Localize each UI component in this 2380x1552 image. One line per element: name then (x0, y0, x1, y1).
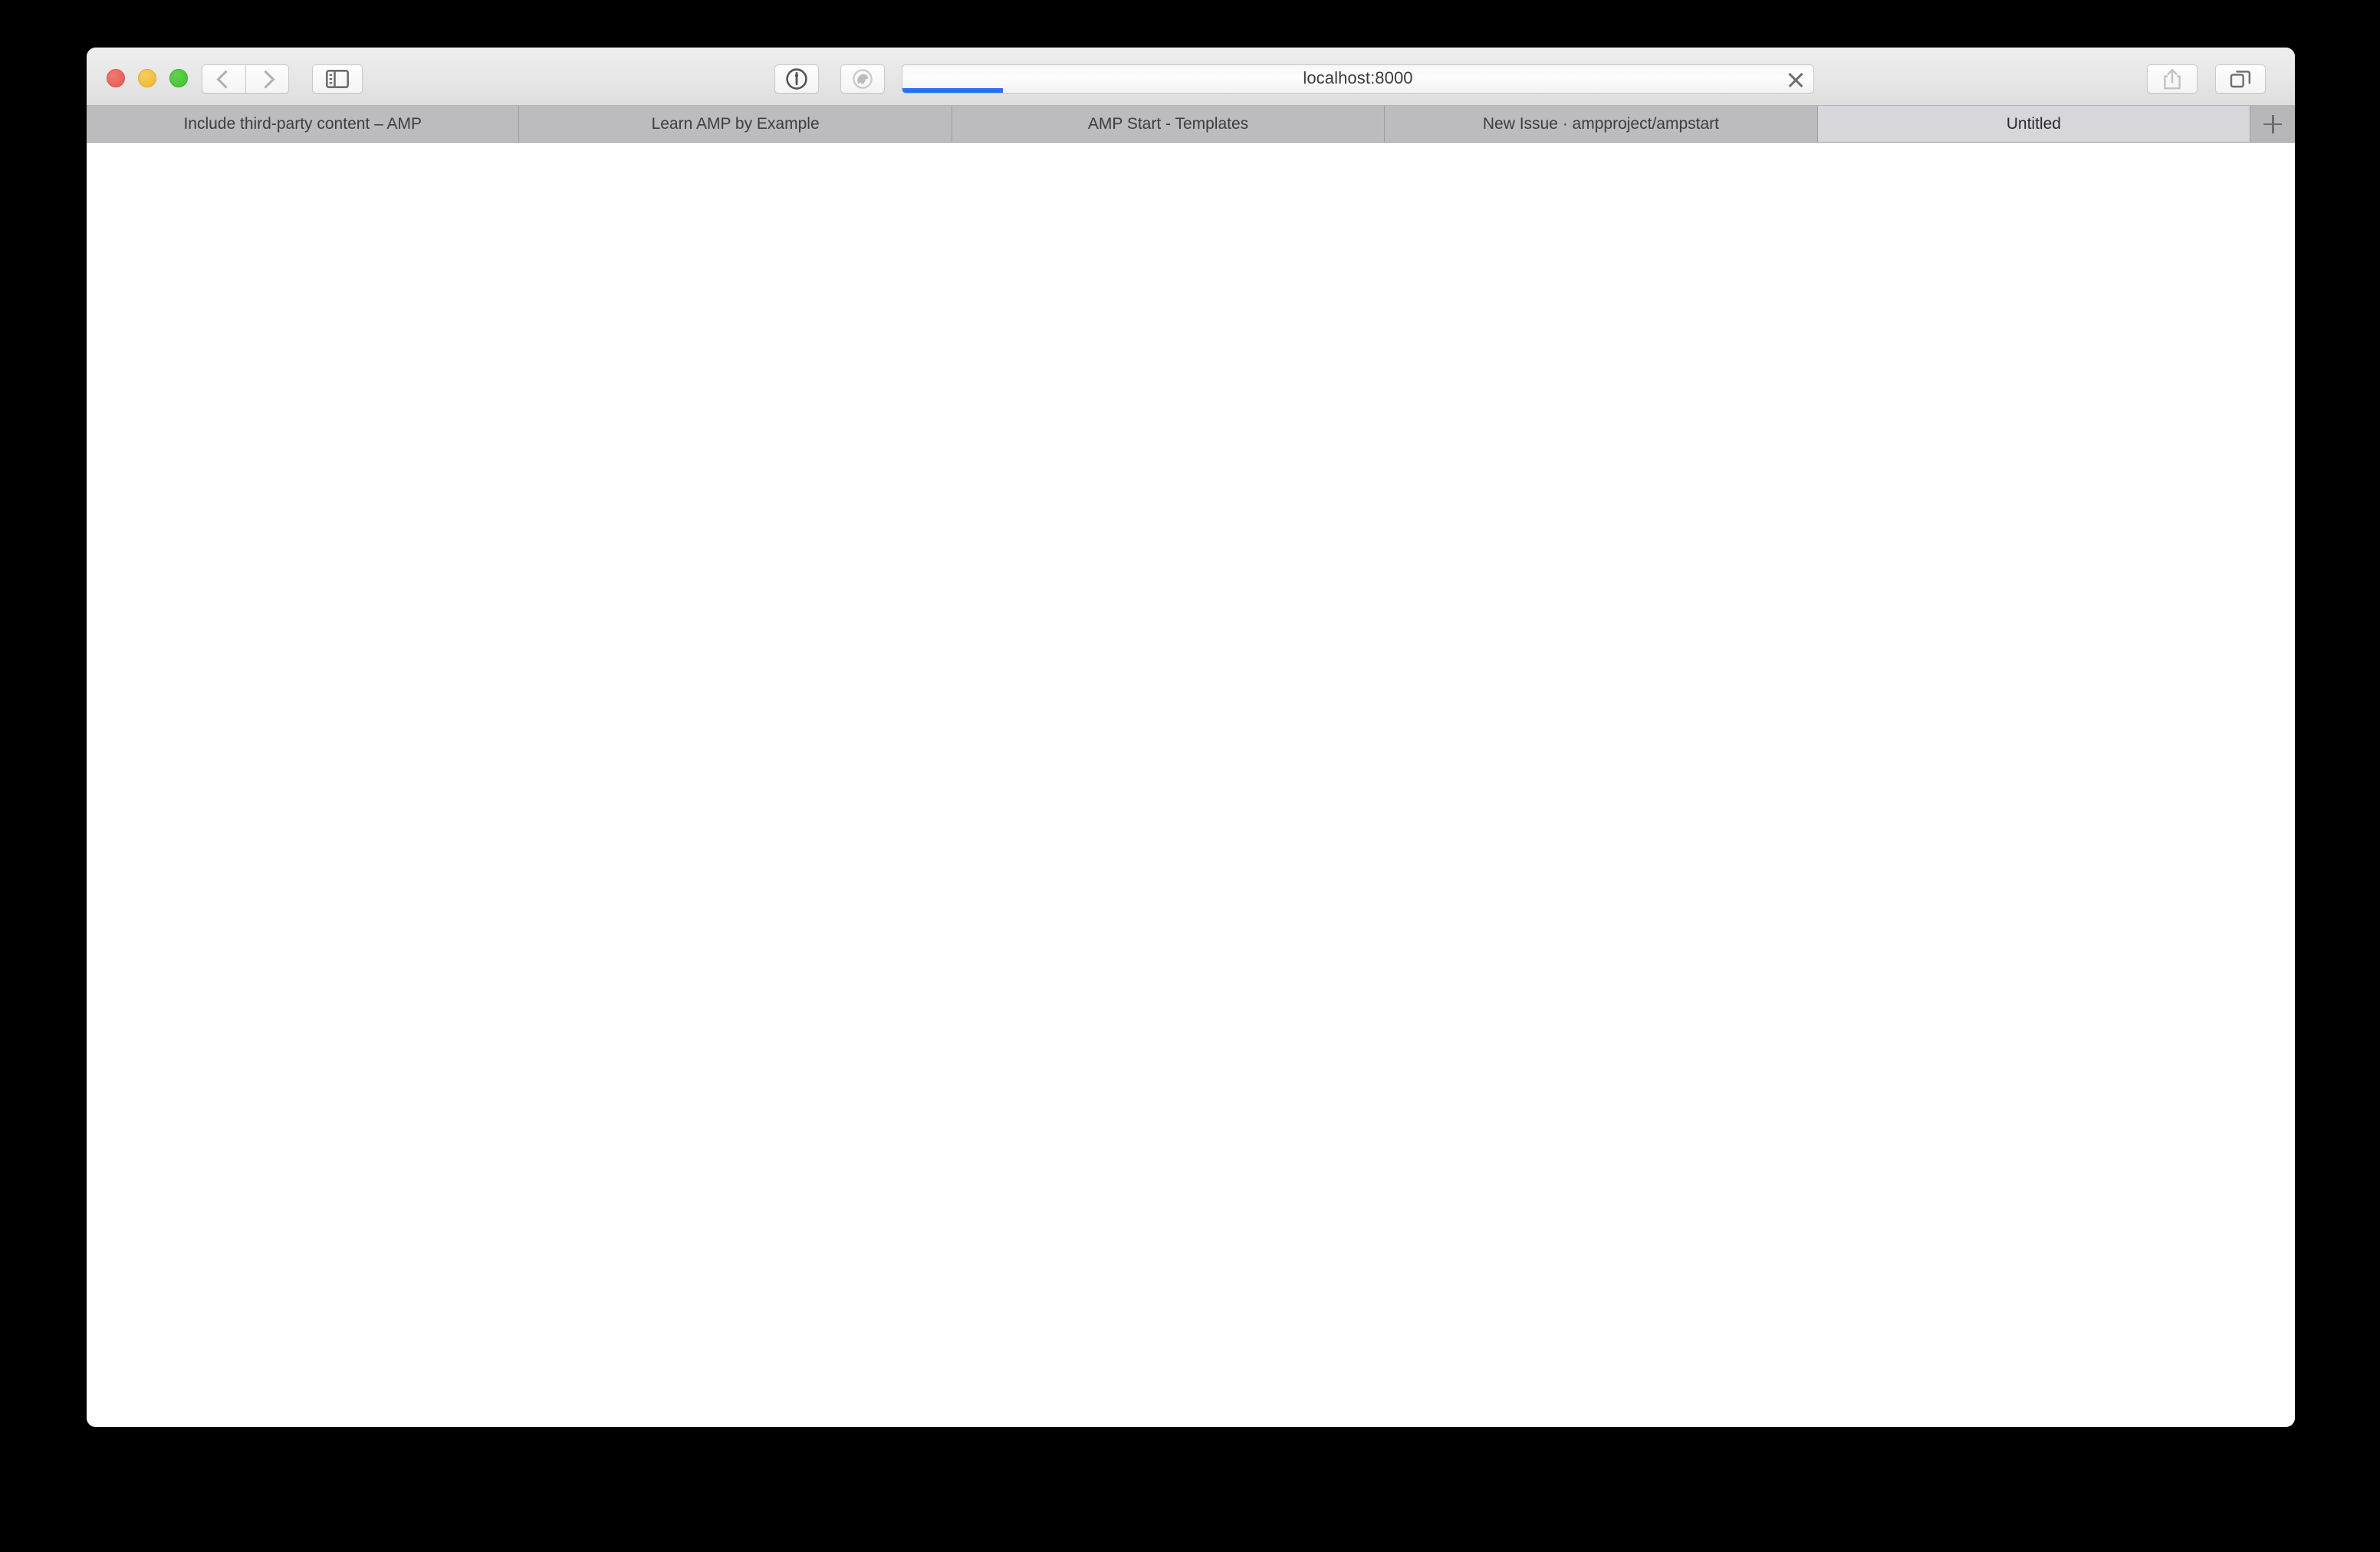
new-tab-button[interactable] (2250, 106, 2295, 142)
browser-tab-1-label: Include third-party content – AMP (183, 114, 422, 133)
tab-overview-icon (2230, 71, 2250, 88)
address-bar-text: localhost:8000 (1303, 68, 1413, 87)
minimize-window-button[interactable] (138, 69, 156, 87)
onepassword-icon (786, 68, 807, 90)
window-controls (107, 69, 188, 87)
browser-tab-5-label: Untitled (2006, 114, 2061, 133)
onepassword-button[interactable] (774, 64, 819, 94)
browser-toolbar: localhost:8000 (87, 48, 2295, 106)
stop-loading-button[interactable] (1786, 70, 1806, 90)
ghostery-icon (853, 69, 873, 89)
desktop-background: localhost:8000 Include third-party conte… (0, 0, 2380, 1552)
back-button[interactable] (202, 64, 245, 94)
browser-tab-2[interactable]: Learn AMP by Example (519, 106, 952, 142)
sidebar-toggle-button[interactable] (312, 64, 363, 94)
plus-icon (2263, 114, 2283, 133)
address-bar[interactable]: localhost:8000 (902, 64, 1814, 94)
page-load-progress (902, 88, 1003, 93)
tab-bar: Include third-party content – AMP Learn … (87, 106, 2295, 143)
show-all-tabs-button[interactable] (2215, 64, 2266, 94)
browser-tab-5-active[interactable]: Untitled (1817, 106, 2251, 142)
page-content-area (87, 143, 2295, 1426)
share-icon (2164, 69, 2181, 90)
browser-tab-3-label: AMP Start - Templates (1087, 114, 1249, 133)
browser-tab-4[interactable]: New Issue · ampproject/ampstart (1385, 106, 1818, 142)
browser-tab-4-label: New Issue · ampproject/ampstart (1482, 114, 1719, 133)
ghostery-button[interactable] (840, 64, 885, 94)
forward-button[interactable] (245, 64, 289, 94)
share-button[interactable] (2147, 64, 2198, 94)
browser-tab-3[interactable]: AMP Start - Templates (952, 106, 1386, 142)
maximize-window-button[interactable] (169, 69, 188, 87)
sidebar-icon (326, 70, 349, 88)
chevron-right-icon (256, 69, 275, 89)
chevron-left-icon (215, 69, 235, 89)
safari-browser-window: localhost:8000 Include third-party conte… (87, 48, 2295, 1427)
browser-tab-2-label: Learn AMP by Example (651, 114, 820, 133)
browser-tab-1[interactable]: Include third-party content – AMP (87, 106, 520, 142)
close-window-button[interactable] (107, 69, 125, 87)
